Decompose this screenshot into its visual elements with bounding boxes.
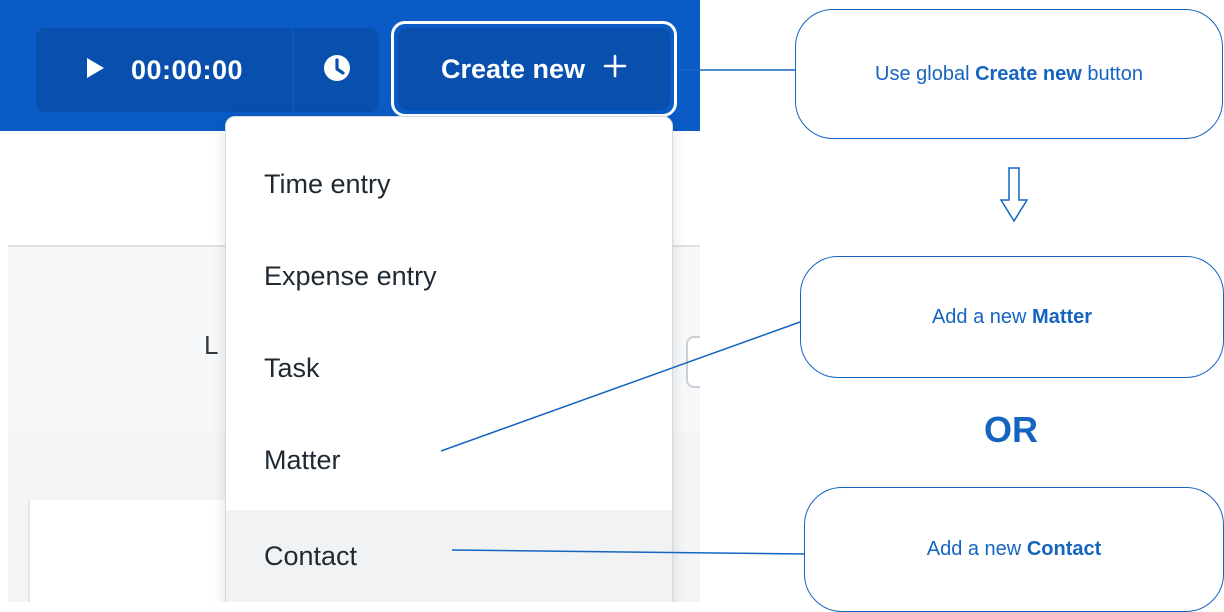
- play-icon: [85, 55, 105, 86]
- app-screenshot: L 00:00:00 Create new Time entry Expense…: [0, 0, 700, 602]
- menu-item-contact[interactable]: Contact: [226, 510, 672, 602]
- annotation-create-prefix: Use global: [875, 62, 976, 85]
- start-timer-button[interactable]: 00:00:00: [36, 28, 292, 112]
- create-new-label: Create new: [440, 53, 586, 84]
- menu-item-time-entry[interactable]: Time entry: [226, 138, 672, 230]
- partial-control: [686, 336, 700, 388]
- create-new-menu: Time entry Expense entry Task Matter Con…: [225, 116, 673, 602]
- annotation-add-contact: Add a new Contact: [804, 487, 1224, 612]
- top-navigation-bar: 00:00:00 Create new: [0, 0, 700, 131]
- menu-item-task[interactable]: Task: [226, 322, 672, 414]
- annotation-add-matter: Add a new Matter: [800, 256, 1224, 378]
- clock-icon: [321, 52, 353, 89]
- annotation-contact-bold: Contact: [1026, 538, 1102, 560]
- create-new-button[interactable]: Create new: [391, 21, 677, 117]
- annotation-create-bold: Create new: [975, 62, 1082, 85]
- plus-icon: [603, 54, 627, 85]
- annotation-create-suffix: button: [1081, 62, 1143, 85]
- annotation-create-new: Use global Create new button: [795, 9, 1223, 139]
- annotation-contact-prefix: Add a new: [926, 538, 1027, 560]
- menu-item-expense-entry[interactable]: Expense entry: [226, 230, 672, 322]
- menu-item-matter[interactable]: Matter: [226, 414, 672, 506]
- table-cell: [28, 500, 230, 602]
- annotation-matter-bold: Matter: [1032, 305, 1093, 328]
- annotation-matter-prefix: Add a new: [931, 305, 1033, 328]
- partial-column-label: L: [204, 330, 219, 360]
- timer-history-button[interactable]: [294, 28, 379, 112]
- arrow-down-icon: [999, 167, 1029, 223]
- timer-control: 00:00:00: [36, 28, 379, 112]
- create-new-button-body: Create new: [398, 28, 670, 110]
- timer-display: 00:00:00: [130, 54, 244, 85]
- or-label: OR: [984, 409, 1038, 450]
